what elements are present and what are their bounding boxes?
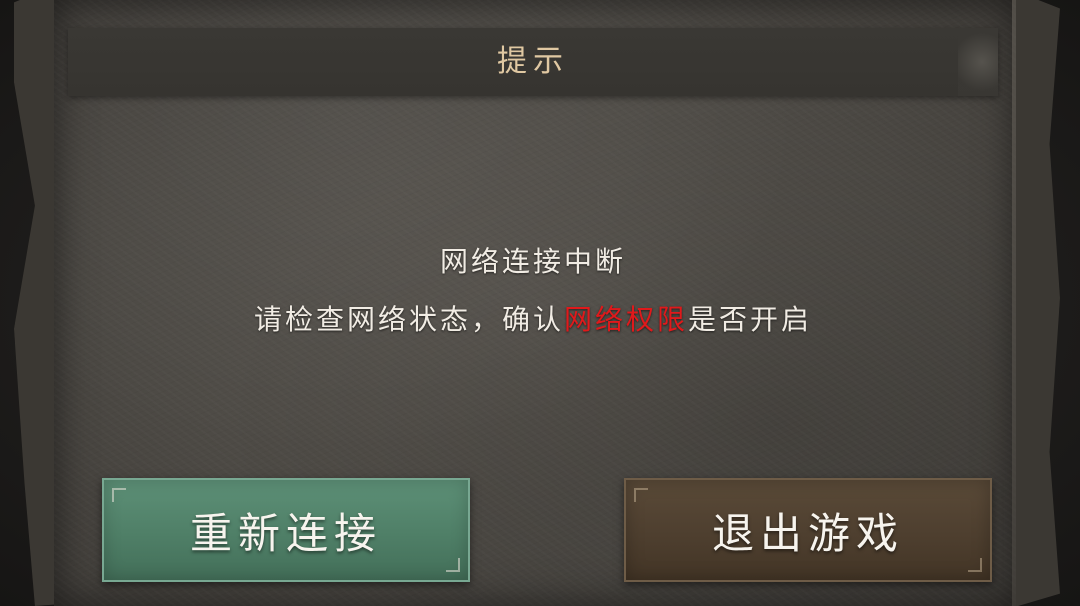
message-line-2: 请检查网络状态，确认网络权限是否开启 xyxy=(68,298,998,338)
corner-bracket-icon xyxy=(446,558,460,572)
message-line-1: 网络连接中断 xyxy=(439,245,626,278)
exit-game-button[interactable]: 退出游戏 xyxy=(624,478,992,582)
corner-bracket-icon xyxy=(112,488,126,502)
exit-game-button-label: 退出游戏 xyxy=(711,508,904,558)
corner-bracket-icon xyxy=(634,488,648,502)
game-screen: 提示 网络连接中断 请检查网络状态，确认网络权限是否开启 重新连接 退出游戏 xyxy=(0,0,1080,606)
reconnect-button-label: 重新连接 xyxy=(189,508,382,558)
corner-bracket-icon xyxy=(968,558,982,572)
dialog-title: 提示 xyxy=(497,44,569,79)
panel-edge-decoration xyxy=(1012,0,1016,606)
reconnect-button[interactable]: 重新连接 xyxy=(102,478,470,582)
network-permission-highlight: 网络权限 xyxy=(563,303,688,336)
message-text-before: 请检查网络状态，确认 xyxy=(253,303,564,336)
dialog-title-bar: 提示 xyxy=(68,28,998,96)
message-text-after: 是否开启 xyxy=(688,303,813,336)
